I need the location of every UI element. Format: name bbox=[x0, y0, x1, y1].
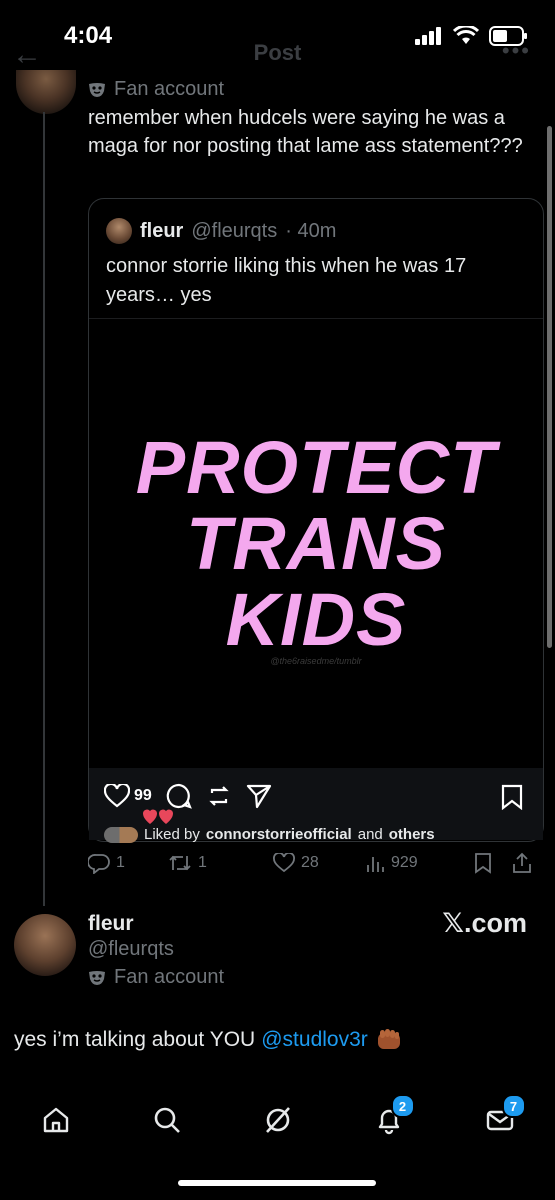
avatar[interactable] bbox=[16, 70, 76, 114]
repost-button[interactable]: 1 bbox=[168, 852, 273, 874]
tab-bar: 2 7 bbox=[0, 1090, 555, 1150]
poster-line: PROTECT bbox=[135, 426, 497, 509]
main-text-body: yes i’m talking about YOU bbox=[14, 1028, 256, 1051]
tab-notifications[interactable]: 2 bbox=[369, 1094, 415, 1140]
embedded-bookmark-icon[interactable] bbox=[500, 784, 524, 810]
mention-link[interactable]: @studlov3r bbox=[261, 1028, 368, 1052]
liked-by-prefix: Liked by bbox=[144, 826, 200, 843]
like-count: 28 bbox=[301, 854, 319, 871]
author-avatar[interactable] bbox=[14, 914, 76, 976]
liked-by-avatars bbox=[104, 826, 138, 843]
share-icon[interactable] bbox=[511, 852, 533, 874]
more-icon[interactable]: ••• bbox=[502, 38, 531, 64]
views-count: 929 bbox=[391, 854, 418, 871]
author-name[interactable]: fleur bbox=[88, 912, 134, 936]
fan-account-text: Fan account bbox=[114, 78, 225, 100]
search-icon bbox=[154, 1107, 180, 1133]
reply-icon bbox=[88, 854, 110, 874]
tab-home[interactable] bbox=[36, 1100, 76, 1140]
tab-messages[interactable]: 7 bbox=[480, 1094, 526, 1140]
comment-icon[interactable] bbox=[166, 783, 192, 809]
source-label: 𝕏.com bbox=[442, 908, 527, 938]
views-button[interactable]: 929 bbox=[365, 853, 473, 873]
repost-icon bbox=[169, 855, 191, 871]
thread-line bbox=[43, 112, 45, 906]
post-text: remember when hudcels were saying he was… bbox=[88, 107, 523, 157]
notifications-badge: 2 bbox=[390, 1094, 415, 1118]
quote-avatar[interactable] bbox=[106, 218, 132, 244]
liked-by-line: Liked by connorstorrieofficial and other… bbox=[104, 826, 435, 843]
heart-icon bbox=[273, 853, 295, 873]
main-text: yes i’m talking about YOU @studlov3r bbox=[14, 1027, 404, 1053]
scrollbar[interactable] bbox=[547, 126, 552, 648]
home-indicator[interactable] bbox=[178, 1180, 376, 1186]
quote-time: · 40m bbox=[285, 219, 337, 242]
embedded-like-count: 99 bbox=[134, 787, 152, 804]
repost-icon[interactable] bbox=[206, 783, 232, 809]
poster-text: PROTECT TRANS KIDS bbox=[89, 430, 543, 658]
fan-account-text: Fan account bbox=[114, 966, 225, 988]
share-icon[interactable] bbox=[246, 783, 272, 809]
messages-badge: 7 bbox=[501, 1094, 526, 1118]
embedded-actions: 99 bbox=[104, 783, 272, 809]
liked-by-and: and bbox=[357, 826, 383, 843]
heart-icon[interactable] bbox=[104, 784, 130, 808]
poster-line: KIDS bbox=[225, 578, 407, 661]
reply-button[interactable]: 1 bbox=[88, 852, 168, 874]
quote-text: connor storrie liking this when he was 1… bbox=[106, 255, 467, 306]
views-icon bbox=[367, 857, 384, 872]
mask-icon bbox=[89, 82, 105, 97]
image-watermark: @the6raisedme/tumblr bbox=[270, 656, 362, 666]
page-title: Post bbox=[253, 40, 302, 65]
floating-hearts-icon bbox=[143, 809, 173, 824]
grok-icon bbox=[265, 1107, 290, 1133]
repost-count: 1 bbox=[198, 854, 207, 871]
post-actions: 1 1 28 929 bbox=[88, 852, 542, 874]
poster-line: TRANS bbox=[186, 502, 446, 585]
fist-emoji-icon bbox=[377, 1029, 400, 1049]
tab-grok[interactable] bbox=[258, 1100, 298, 1140]
quote-header: fleur @fleurqts · 40m bbox=[106, 218, 336, 244]
tab-search[interactable] bbox=[147, 1100, 187, 1140]
fan-account-label: Fan account bbox=[88, 966, 224, 989]
liked-by-user[interactable]: connorstorrieofficial bbox=[206, 826, 352, 843]
reply-count: 1 bbox=[116, 854, 125, 871]
like-button[interactable]: 28 bbox=[273, 853, 365, 873]
liked-by-others[interactable]: others bbox=[389, 826, 435, 843]
mask-icon bbox=[89, 970, 105, 985]
bookmark-icon[interactable] bbox=[473, 852, 493, 874]
fan-account-label: Fan account bbox=[88, 78, 224, 101]
author-handle[interactable]: @fleurqts bbox=[88, 938, 174, 961]
home-icon bbox=[43, 1107, 68, 1133]
quote-name: fleur bbox=[140, 219, 184, 242]
quote-handle: @fleurqts bbox=[191, 219, 278, 242]
